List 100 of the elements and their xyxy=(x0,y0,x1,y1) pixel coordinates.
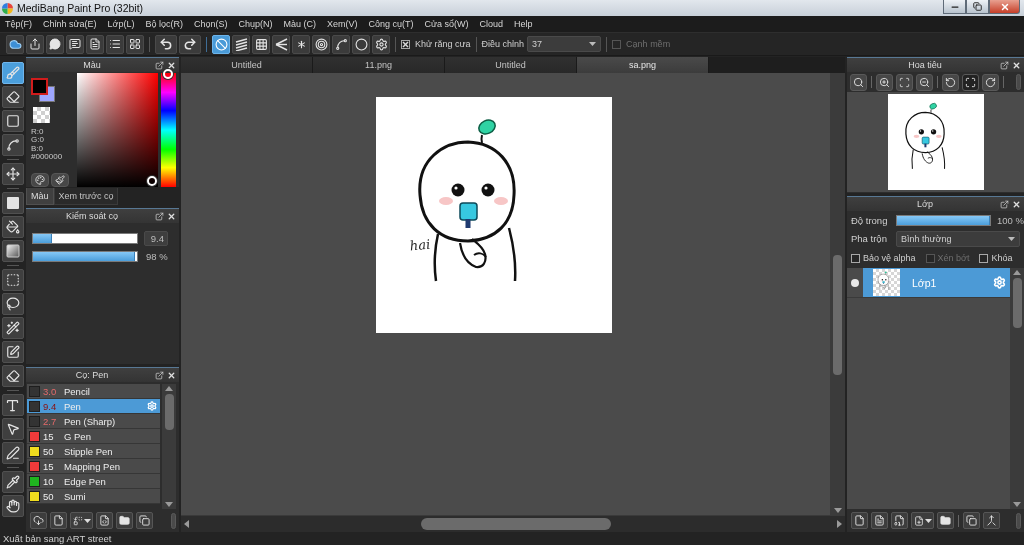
checkbox[interactable] xyxy=(979,253,989,263)
toolbar-button[interactable] xyxy=(136,512,153,529)
ruler-button[interactable] xyxy=(332,34,350,54)
toolbar-button[interactable] xyxy=(96,512,113,529)
toolbar-grip-icon[interactable] xyxy=(1016,74,1021,90)
toolbar-grip-icon[interactable] xyxy=(1016,512,1021,529)
minimize-button[interactable] xyxy=(943,0,966,14)
right-arrow-icon[interactable] xyxy=(837,520,842,528)
menu-item[interactable]: Chỉnh sửa(E) xyxy=(43,19,97,29)
pop-out-icon[interactable] xyxy=(1000,60,1009,70)
tool-button[interactable] xyxy=(1,269,24,291)
menu-item[interactable]: Xem(V) xyxy=(327,19,358,29)
brush-list-item[interactable]: 15 Mapping Pen xyxy=(27,459,160,474)
close-icon[interactable] xyxy=(1012,199,1021,209)
down-arrow-icon[interactable] xyxy=(1013,502,1021,507)
document-tab[interactable]: Untitled xyxy=(445,57,577,73)
brush-list-item[interactable]: 2.7 Pen (Sharp) xyxy=(27,414,160,429)
tool-button[interactable] xyxy=(1,341,24,363)
up-arrow-icon[interactable] xyxy=(165,386,173,391)
menu-item[interactable]: Lớp(L) xyxy=(107,19,135,29)
toolbar-button[interactable] xyxy=(30,512,47,529)
size-input[interactable]: 9.4 xyxy=(144,231,168,246)
tool-button[interactable] xyxy=(1,317,24,339)
left-arrow-icon[interactable] xyxy=(184,520,189,528)
up-arrow-icon[interactable] xyxy=(1013,270,1021,275)
opacity-slider[interactable] xyxy=(896,215,991,226)
panel-tab[interactable]: Màu xyxy=(26,188,54,205)
settings-icon[interactable] xyxy=(993,276,1006,289)
brush-list-item[interactable]: 15 G Pen xyxy=(27,429,160,444)
scrollbar-thumb[interactable] xyxy=(164,394,174,430)
menu-item[interactable]: Cloud xyxy=(479,19,504,29)
hue-slider[interactable] xyxy=(161,68,176,187)
palette-button[interactable] xyxy=(31,173,49,188)
toolbar-button[interactable] xyxy=(66,34,84,54)
tool-button[interactable] xyxy=(1,216,24,238)
toolbar-button[interactable] xyxy=(891,512,908,529)
menu-item[interactable]: Bộ lọc(R) xyxy=(145,19,183,29)
tool-button[interactable] xyxy=(1,163,24,185)
ruler-button[interactable] xyxy=(272,34,290,54)
toolbar-button[interactable] xyxy=(116,512,133,529)
menu-item[interactable]: Chụp(N) xyxy=(238,19,273,29)
redo-button[interactable] xyxy=(179,34,201,54)
transparent-swatch-icon[interactable] xyxy=(33,107,50,123)
tool-button[interactable] xyxy=(1,293,24,315)
zoom-button[interactable] xyxy=(916,73,933,91)
ruler-button[interactable] xyxy=(372,34,390,54)
toolbar-button[interactable] xyxy=(106,34,124,54)
close-icon[interactable] xyxy=(167,211,176,221)
zoom-button[interactable] xyxy=(876,73,893,91)
color-swatches-icon[interactable] xyxy=(31,78,55,102)
canvas-page[interactable]: hai xyxy=(376,97,612,333)
toolbar-button[interactable] xyxy=(86,34,104,54)
maximize-button[interactable] xyxy=(966,0,989,14)
zoom-button[interactable] xyxy=(850,73,867,91)
document-tab[interactable]: Untitled xyxy=(181,57,313,73)
vertical-scrollbar[interactable] xyxy=(162,384,176,509)
down-arrow-icon[interactable] xyxy=(833,508,842,513)
tool-button[interactable] xyxy=(1,365,24,387)
rotate-button[interactable] xyxy=(942,73,959,91)
checkbox[interactable] xyxy=(401,39,410,49)
brush-list-item[interactable]: 10 Edge Pen xyxy=(27,474,160,489)
toolbar-button[interactable] xyxy=(126,34,144,54)
pop-out-icon[interactable] xyxy=(155,370,164,380)
scrollbar-thumb[interactable] xyxy=(833,255,842,375)
tool-button[interactable] xyxy=(1,192,24,214)
toolbar-button[interactable] xyxy=(937,512,954,529)
vertical-scrollbar[interactable] xyxy=(1010,268,1024,509)
tool-button[interactable] xyxy=(1,240,24,262)
tool-button[interactable] xyxy=(1,471,24,493)
document-tab[interactable]: 11.png xyxy=(313,57,445,73)
toolbar-button[interactable] xyxy=(871,512,888,529)
fit-view-button[interactable] xyxy=(962,73,979,91)
blend-mode-dropdown[interactable]: Bình thường xyxy=(896,230,1020,247)
menu-item[interactable]: Màu (C) xyxy=(283,19,317,29)
brush-list-item[interactable]: 3.0 Pencil xyxy=(27,384,160,399)
scrollbar-thumb[interactable] xyxy=(421,518,611,530)
menu-item[interactable]: Chọn(S) xyxy=(194,19,228,29)
toolbar-button[interactable] xyxy=(50,512,67,529)
menu-item[interactable]: Help xyxy=(514,19,533,29)
menu-item[interactable]: Tệp(F) xyxy=(5,19,32,29)
pop-out-icon[interactable] xyxy=(155,60,164,70)
ruler-button[interactable] xyxy=(252,34,270,54)
ruler-button[interactable] xyxy=(312,34,330,54)
slider-thumb[interactable] xyxy=(163,68,173,79)
brush-list-item[interactable]: 50 Stipple Pen xyxy=(27,444,160,459)
close-icon[interactable] xyxy=(167,60,176,70)
ruler-button[interactable] xyxy=(212,34,230,54)
size-slider[interactable] xyxy=(32,233,138,244)
visibility-dot-icon[interactable] xyxy=(851,278,859,287)
tool-button[interactable] xyxy=(1,442,24,464)
tool-button[interactable] xyxy=(1,418,24,440)
close-button[interactable] xyxy=(989,0,1020,14)
zoom-button[interactable] xyxy=(896,73,913,91)
undo-button[interactable] xyxy=(155,34,177,54)
document-tab[interactable]: sa.png xyxy=(577,57,709,73)
brush-list-item[interactable]: 50 Sumi xyxy=(27,489,160,504)
pop-out-icon[interactable] xyxy=(1000,199,1009,209)
toolbar-button[interactable] xyxy=(6,34,24,54)
close-icon[interactable] xyxy=(1012,60,1021,70)
toolbar-button[interactable] xyxy=(963,512,980,529)
